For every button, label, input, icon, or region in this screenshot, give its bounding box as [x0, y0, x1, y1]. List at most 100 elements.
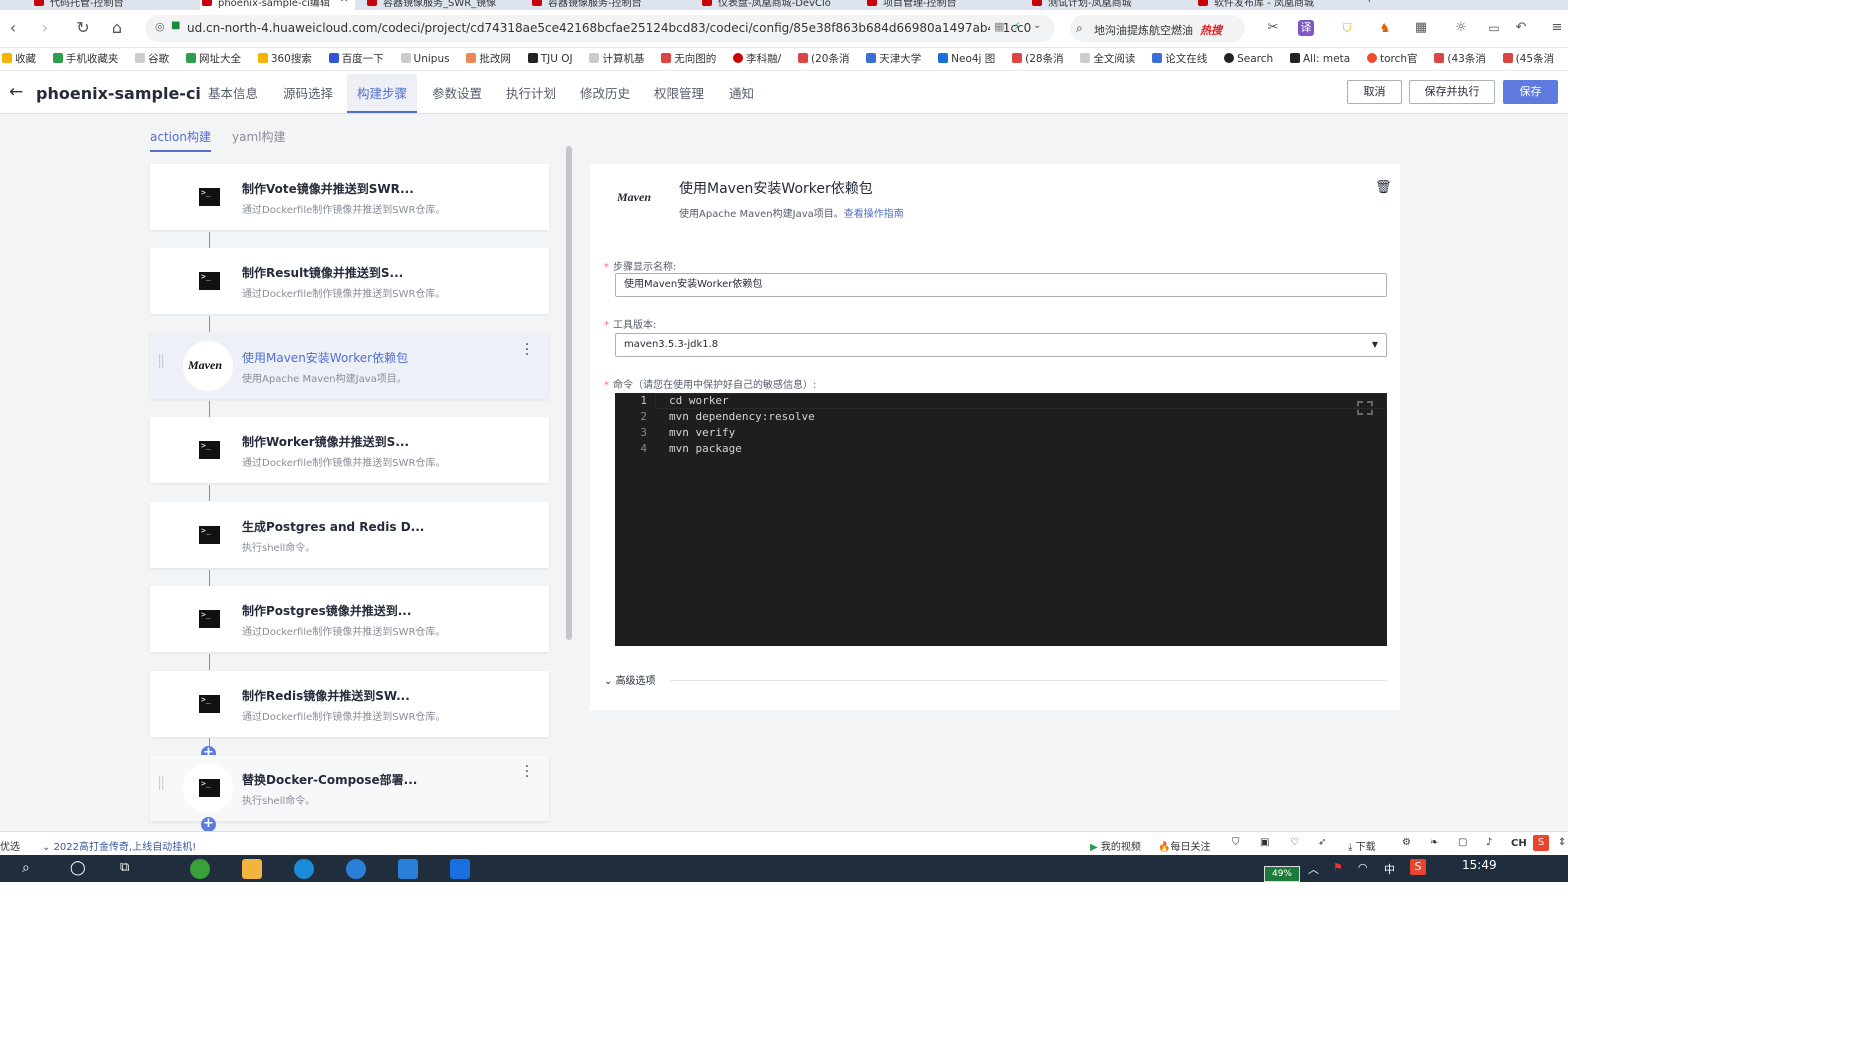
- settings-icon[interactable]: ⚙: [1402, 837, 1411, 848]
- step-card[interactable]: >_ 制作Result镜像并推送到S... 通过Dockerfile制作镜像并推…: [150, 248, 549, 314]
- tab-action-build[interactable]: action构建: [150, 128, 211, 152]
- reload-icon[interactable]: ↻: [72, 17, 94, 39]
- bookmark-item[interactable]: 百度一下: [327, 49, 384, 69]
- image-icon[interactable]: ▣: [1260, 837, 1269, 848]
- game-icon[interactable]: ♞: [1374, 17, 1396, 39]
- speaker-icon[interactable]: ♪: [1486, 837, 1492, 848]
- forward-icon[interactable]: ›: [34, 17, 56, 39]
- download-button[interactable]: ⤓ 下载: [1348, 838, 1376, 853]
- step-name-input[interactable]: 使用Maven安装Worker依赖包: [615, 273, 1387, 297]
- save-button[interactable]: 保存: [1503, 80, 1558, 104]
- bookmark-item[interactable]: (20条消: [796, 49, 849, 69]
- search-box[interactable]: ⌕ 地沟油提炼航空燃油 热搜: [1070, 15, 1245, 42]
- command-code-editor[interactable]: 1 cd worker 2 mvn dependency:resolve 3 mvn …: [615, 393, 1387, 646]
- bookmark-item[interactable]: 无向图的: [659, 49, 716, 69]
- translate-icon[interactable]: 译: [1298, 20, 1314, 36]
- browser-tab[interactable]: 软件发布库 - 凤凰商城: [1196, 0, 1346, 10]
- tab-basic-info[interactable]: 基本信息: [198, 74, 268, 113]
- bookmark-item[interactable]: torch官: [1365, 49, 1418, 69]
- step-card[interactable]: >_ 制作Redis镜像并推送到SW... 通过Dockerfile制作镜像并推…: [150, 671, 549, 737]
- qr-code-icon[interactable]: ▦: [990, 20, 1005, 33]
- tab-notifications[interactable]: 通知: [719, 74, 764, 113]
- bookmark-item[interactable]: (43条消: [1432, 49, 1486, 69]
- taskbar-clock[interactable]: 15:49: [1462, 858, 1497, 872]
- tool-version-select[interactable]: maven3.5.3-jdk1.8 ▼: [615, 333, 1387, 357]
- file-explorer-icon[interactable]: [242, 859, 262, 879]
- drag-handle-icon[interactable]: ⁞⁞ ⁞⁞: [158, 776, 168, 799]
- advanced-options-toggle[interactable]: ⌄ 高级选项: [604, 672, 656, 687]
- feishu-icon[interactable]: [346, 859, 366, 879]
- cancel-button[interactable]: 取消: [1347, 80, 1402, 104]
- guide-link[interactable]: 查看操作指南: [844, 209, 904, 220]
- save-and-run-button[interactable]: 保存并执行: [1409, 80, 1495, 104]
- chevron-down-icon[interactable]: ⌄: [1033, 20, 1041, 31]
- browser-tab[interactable]: 代码托管-控制台: [32, 0, 182, 10]
- bookmark-item[interactable]: 手机收藏夹: [51, 49, 118, 69]
- chevron-up-icon[interactable]: ︿: [1308, 861, 1319, 877]
- drag-handle-icon[interactable]: ⁞⁞ ⁞⁞: [158, 354, 168, 377]
- bookmark-item[interactable]: (28条消: [1010, 49, 1064, 69]
- more-options-icon[interactable]: · · ·: [524, 760, 530, 784]
- shield-status-icon[interactable]: ⛉: [1232, 837, 1240, 848]
- bookmark-item[interactable]: 李科融/: [731, 49, 781, 69]
- bookmark-item[interactable]: 计算机基: [587, 49, 644, 69]
- step-card[interactable]: >_ 制作Worker镜像并推送到S... 通过Dockerfile制作镜像并推…: [150, 417, 549, 483]
- battery-saver-icon[interactable]: ▭: [1483, 17, 1505, 39]
- menu-icon[interactable]: ≡: [1546, 17, 1568, 39]
- search-icon[interactable]: ⌕: [22, 860, 30, 876]
- scissors-icon[interactable]: ✂: [1262, 17, 1284, 39]
- close-tab-icon[interactable]: ✕: [340, 0, 348, 5]
- step-card[interactable]: >_ 制作Vote镜像并推送到SWR... 通过Dockerfile制作镜像并推…: [150, 164, 549, 230]
- step-card[interactable]: >_ 制作Postgres镜像并推送到... 通过Dockerfile制作镜像并…: [150, 586, 549, 652]
- home-icon[interactable]: ⌂: [106, 17, 128, 39]
- new-tab-icon[interactable]: +: [1365, 0, 1385, 10]
- expand-vertical-icon[interactable]: ⇕: [1558, 837, 1566, 848]
- language-indicator[interactable]: 中: [1384, 861, 1395, 877]
- bookmark-item[interactable]: All: meta: [1288, 49, 1350, 69]
- tray-app-icon[interactable]: ⚑: [1333, 861, 1343, 874]
- add-step-button[interactable]: +: [201, 817, 216, 831]
- step-card[interactable]: ⁞⁞ ⁞⁞ >_ 替换Docker-Compose部署... 执行shell命令。…: [150, 755, 549, 821]
- tab-source-selection[interactable]: 源码选择: [273, 74, 343, 113]
- heart-icon[interactable]: ♡: [1290, 837, 1299, 848]
- bookmark-item[interactable]: Search: [1222, 49, 1273, 69]
- browser-tab[interactable]: 容器镜像服务_SWR_镜像: [365, 0, 515, 10]
- cortana-icon[interactable]: ◯: [70, 860, 86, 876]
- tab-build-steps[interactable]: 构建步骤: [347, 74, 418, 113]
- steps-scrollbar[interactable]: [566, 146, 572, 640]
- delete-trash-icon[interactable]: 🗑: [1375, 180, 1392, 195]
- bolt-icon[interactable]: ⚡: [1013, 20, 1021, 33]
- wifi-icon[interactable]: ◠: [1358, 861, 1368, 874]
- back-arrow-icon[interactable]: ←: [9, 82, 23, 102]
- tab-permission-management[interactable]: 权限管理: [644, 74, 714, 113]
- bookmark-item[interactable]: TJU OJ: [526, 49, 573, 69]
- news-ticker[interactable]: ⌄ 2022高打金传奇,上线自动挂机!: [42, 838, 196, 853]
- my-videos-button[interactable]: ▶ 我的视频: [1090, 838, 1141, 853]
- settings-sun-icon[interactable]: ☼: [1450, 17, 1472, 39]
- apps-grid-icon[interactable]: ▦: [1410, 17, 1432, 39]
- bookmark-item[interactable]: 收藏: [0, 49, 36, 69]
- bookmark-item[interactable]: 360搜索: [256, 49, 312, 69]
- tab-parameter-settings[interactable]: 参数设置: [422, 74, 492, 113]
- bookmark-item[interactable]: 全文阅读: [1078, 49, 1135, 69]
- shield-extension-icon[interactable]: ⛉: [1336, 17, 1358, 39]
- tab-change-history[interactable]: 修改历史: [570, 74, 640, 113]
- window-icon[interactable]: ▢: [1458, 837, 1467, 848]
- browser-tab[interactable]: 仪表盘-凤凰商城-DevClo: [700, 0, 850, 10]
- bookmark-item[interactable]: Neo4j 图: [936, 49, 995, 69]
- bookmark-item[interactable]: 天津大学: [864, 49, 921, 69]
- tab-yaml-build[interactable]: yaml构建: [232, 128, 285, 150]
- back-icon[interactable]: ‹: [2, 17, 24, 39]
- bookmark-item[interactable]: 论文在线: [1150, 49, 1207, 69]
- sogou-ime-icon[interactable]: S: [1533, 835, 1549, 851]
- browser-tab[interactable]: 测试计划-凤凰商城: [1030, 0, 1180, 10]
- vscode-icon[interactable]: [450, 859, 470, 879]
- rocket-icon[interactable]: ➶: [1318, 837, 1326, 848]
- bookmark-item[interactable]: 网址大全: [184, 49, 241, 69]
- daily-follow-button[interactable]: 🔥每日关注: [1158, 838, 1210, 853]
- more-options-icon[interactable]: · · ·: [524, 338, 530, 362]
- bookmark-item[interactable]: (45条消: [1501, 49, 1554, 69]
- undo-icon[interactable]: ↶: [1510, 17, 1532, 39]
- site-info-icon[interactable]: ◎: [155, 20, 165, 33]
- bookmark-item[interactable]: 批改网: [464, 49, 511, 69]
